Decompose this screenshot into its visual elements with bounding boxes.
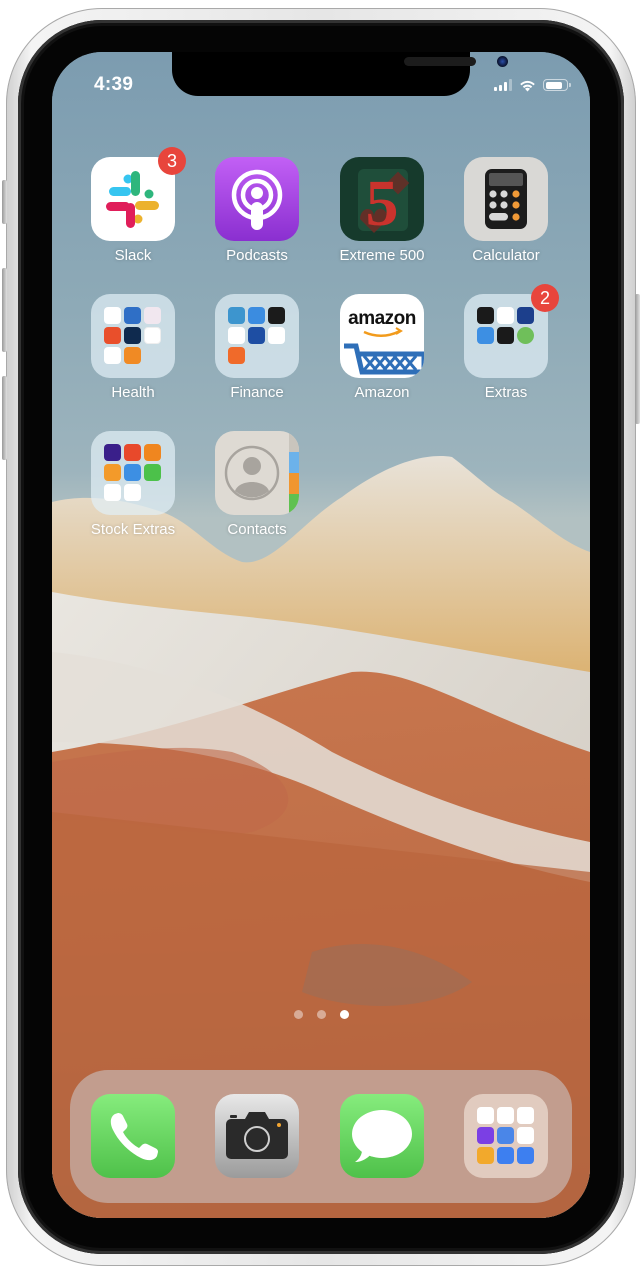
eraser-app-icon [517,1147,534,1164]
folder-icon [91,431,175,515]
pages-app-icon [104,464,121,481]
folder-health[interactable]: Health [78,294,188,401]
mute-switch [2,180,7,224]
walmart-app-icon [124,327,141,344]
news-app-icon [497,307,514,324]
page-dot-3-current[interactable] [339,1010,349,1019]
folder-label: Health [111,384,155,401]
app-label: Podcasts [226,247,288,264]
garageband-app-icon [124,444,141,461]
page-indicator[interactable] [52,1010,590,1019]
scanner-app-icon [104,347,121,364]
owl-app-icon [477,1147,494,1164]
google-docs-app-icon [497,1107,514,1124]
clips-app-icon [104,484,121,501]
app-label: Amazon [354,384,410,401]
health-app-icon [124,307,141,324]
front-camera [497,56,508,67]
wifi-icon [520,80,535,91]
folder-icon [215,294,299,378]
folder-extras[interactable]: 2 Extras [451,284,561,401]
messages-icon [340,1094,424,1178]
discover-app-icon [228,347,245,364]
weather-channel-app-icon [517,307,534,324]
skype-app-icon [517,1127,534,1144]
amazon-cart-icon: amazon [340,294,424,378]
keynote-app-icon [124,464,141,481]
app-contacts[interactable]: Contacts [202,431,312,538]
folder-icon [91,294,175,378]
extreme-500-icon: 5 [340,157,424,241]
app-label: Extreme 500 [339,247,425,264]
battery-icon [543,79,571,91]
wallet-app-icon [268,307,285,324]
side-button [635,294,640,424]
folder-icon [464,1094,548,1178]
app-calculator[interactable]: Calculator [451,157,561,264]
dock-folder[interactable] [451,1094,561,1178]
venmo-app-icon [228,307,245,324]
svg-text:5: 5 [366,167,399,240]
pharmacy-app-icon [144,327,161,344]
app-label: Contacts [227,521,287,538]
app-podcasts[interactable]: Podcasts [202,157,312,264]
podcasts-icon [215,157,299,241]
pattern-app-icon [144,307,161,324]
folder-finance[interactable]: Finance [202,294,312,401]
folder-stock-extras[interactable]: Stock Extras [78,431,188,538]
volume-up-button [2,268,7,352]
notification-badge: 3 [158,147,186,175]
app-slack[interactable]: 3 Slack [78,147,188,264]
itunes-u-app-icon [144,444,161,461]
voice-memos-app-icon [497,327,514,344]
flower-app-icon [104,307,121,324]
store-app-icon [124,484,141,501]
accessibility-app-icon [124,347,141,364]
earpiece-speaker [404,57,476,66]
page-dot-1[interactable] [293,1010,303,1019]
notification-badge: 2 [531,284,559,312]
dock-app-camera[interactable] [202,1094,312,1178]
status-indicators [494,77,571,93]
dock-app-messages[interactable] [327,1094,437,1178]
home-screen: 4:39 3 Slack Podcasts 5 Extreme 500 Calc… [52,52,590,1218]
app-label: Slack [114,247,152,264]
notch [172,52,508,96]
camera-icon [215,1094,299,1178]
canva-app-icon [477,1127,494,1144]
compass-app-icon [477,307,494,324]
phone-icon [91,1094,175,1178]
weather-app-icon [477,327,494,344]
app-arrow-icon [497,1127,514,1144]
find-my-app-icon [517,327,534,344]
dock-app-phone[interactable] [78,1094,188,1178]
bank-app-icon [268,327,285,344]
folder-label: Stock Extras [90,521,176,538]
folder-label: Extras [484,384,528,401]
contacts-icon [215,431,299,515]
dock [70,1070,572,1203]
page-dot-2[interactable] [316,1010,326,1019]
credit-app-icon [228,327,245,344]
calculator-icon [464,157,548,241]
fitness-app-icon [104,327,121,344]
numbers-app-icon [144,464,161,481]
app-label: Calculator [472,247,540,264]
app-amazon[interactable]: amazon Amazon [327,294,437,401]
folder-label: Finance [230,384,284,401]
app-extreme-500[interactable]: 5 Extreme 500 [327,157,437,264]
imovie-app-icon [104,444,121,461]
status-time: 4:39 [94,74,134,95]
google-drive-app-icon [517,1107,534,1124]
zoom-app-icon [497,1147,514,1164]
m-app-icon [248,307,265,324]
volume-down-button [2,376,7,460]
google-sheets-app-icon [477,1107,494,1124]
cellular-signal-icon [494,79,512,91]
paypal-app-icon [248,327,265,344]
